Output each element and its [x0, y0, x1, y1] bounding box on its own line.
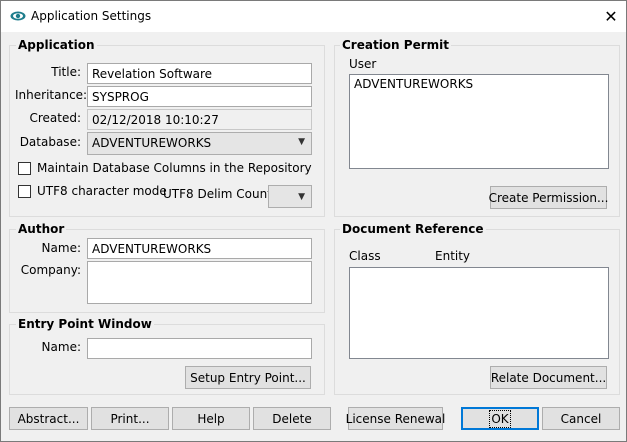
application-settings-dialog: Application Settings ✕ Application Title…: [0, 0, 627, 442]
setup-entry-point-button[interactable]: Setup Entry Point...: [185, 366, 311, 389]
print-button[interactable]: Print...: [91, 407, 169, 430]
title-field[interactable]: Revelation Software: [87, 63, 312, 84]
chevron-down-icon: ▼: [298, 137, 305, 147]
document-reference-list[interactable]: [349, 267, 609, 359]
creation-permit-heading: Creation Permit: [340, 38, 451, 52]
license-renewal-button[interactable]: License Renewal: [346, 407, 445, 430]
chevron-down-icon: ▼: [298, 192, 305, 202]
utf8-delim-label: UTF8 Delim Count:: [163, 187, 276, 201]
user-list[interactable]: ADVENTUREWORKS: [349, 74, 609, 169]
author-name-field[interactable]: ADVENTUREWORKS: [87, 238, 312, 259]
inheritance-field[interactable]: SYSPROG: [87, 86, 312, 107]
utf8-mode-checkbox[interactable]: [18, 185, 31, 198]
ok-button-label: OK: [489, 409, 511, 428]
entry-point-heading: Entry Point Window: [16, 317, 154, 331]
entity-column-label: Entity: [435, 249, 471, 263]
company-label: Company:: [20, 263, 81, 277]
document-reference-heading: Document Reference: [340, 222, 486, 236]
close-button[interactable]: ✕: [596, 1, 626, 32]
author-heading: Author: [16, 222, 67, 236]
delete-button[interactable]: Delete: [253, 407, 331, 430]
maintain-columns-checkbox[interactable]: [18, 162, 31, 175]
help-button[interactable]: Help: [172, 407, 250, 430]
inheritance-label: Inheritance:: [15, 88, 88, 102]
title-bar: Application Settings ✕: [1, 1, 626, 32]
relate-document-button[interactable]: Relate Document...: [490, 366, 607, 389]
author-name-label: Name:: [41, 241, 81, 255]
entry-point-name-field[interactable]: [87, 338, 312, 359]
cancel-button[interactable]: Cancel: [542, 407, 620, 430]
application-heading: Application: [16, 38, 97, 52]
maintain-columns-label[interactable]: Maintain Database Columns in the Reposit…: [37, 161, 312, 175]
create-permission-button[interactable]: Create Permission...: [489, 186, 608, 209]
created-label: Created:: [29, 111, 81, 125]
user-column-label: User: [349, 57, 377, 71]
created-field: 02/12/2018 10:10:27: [87, 109, 312, 130]
window-title: Application Settings: [31, 9, 152, 23]
eye-icon: [10, 11, 26, 21]
class-column-label: Class: [349, 249, 381, 263]
abstract-button[interactable]: Abstract...: [9, 407, 88, 430]
list-item[interactable]: ADVENTUREWORKS: [350, 75, 608, 93]
database-value: ADVENTUREWORKS: [92, 136, 212, 150]
utf8-delim-select[interactable]: ▼: [268, 185, 312, 208]
database-label: Database:: [19, 135, 81, 149]
title-label: Title:: [51, 65, 81, 79]
entry-point-name-label: Name:: [41, 340, 81, 354]
close-icon: ✕: [604, 7, 618, 26]
database-select[interactable]: ADVENTUREWORKS ▼: [87, 132, 312, 155]
utf8-mode-label[interactable]: UTF8 character mode: [37, 184, 167, 198]
company-field[interactable]: [87, 261, 312, 304]
ok-button[interactable]: OK: [461, 407, 539, 430]
